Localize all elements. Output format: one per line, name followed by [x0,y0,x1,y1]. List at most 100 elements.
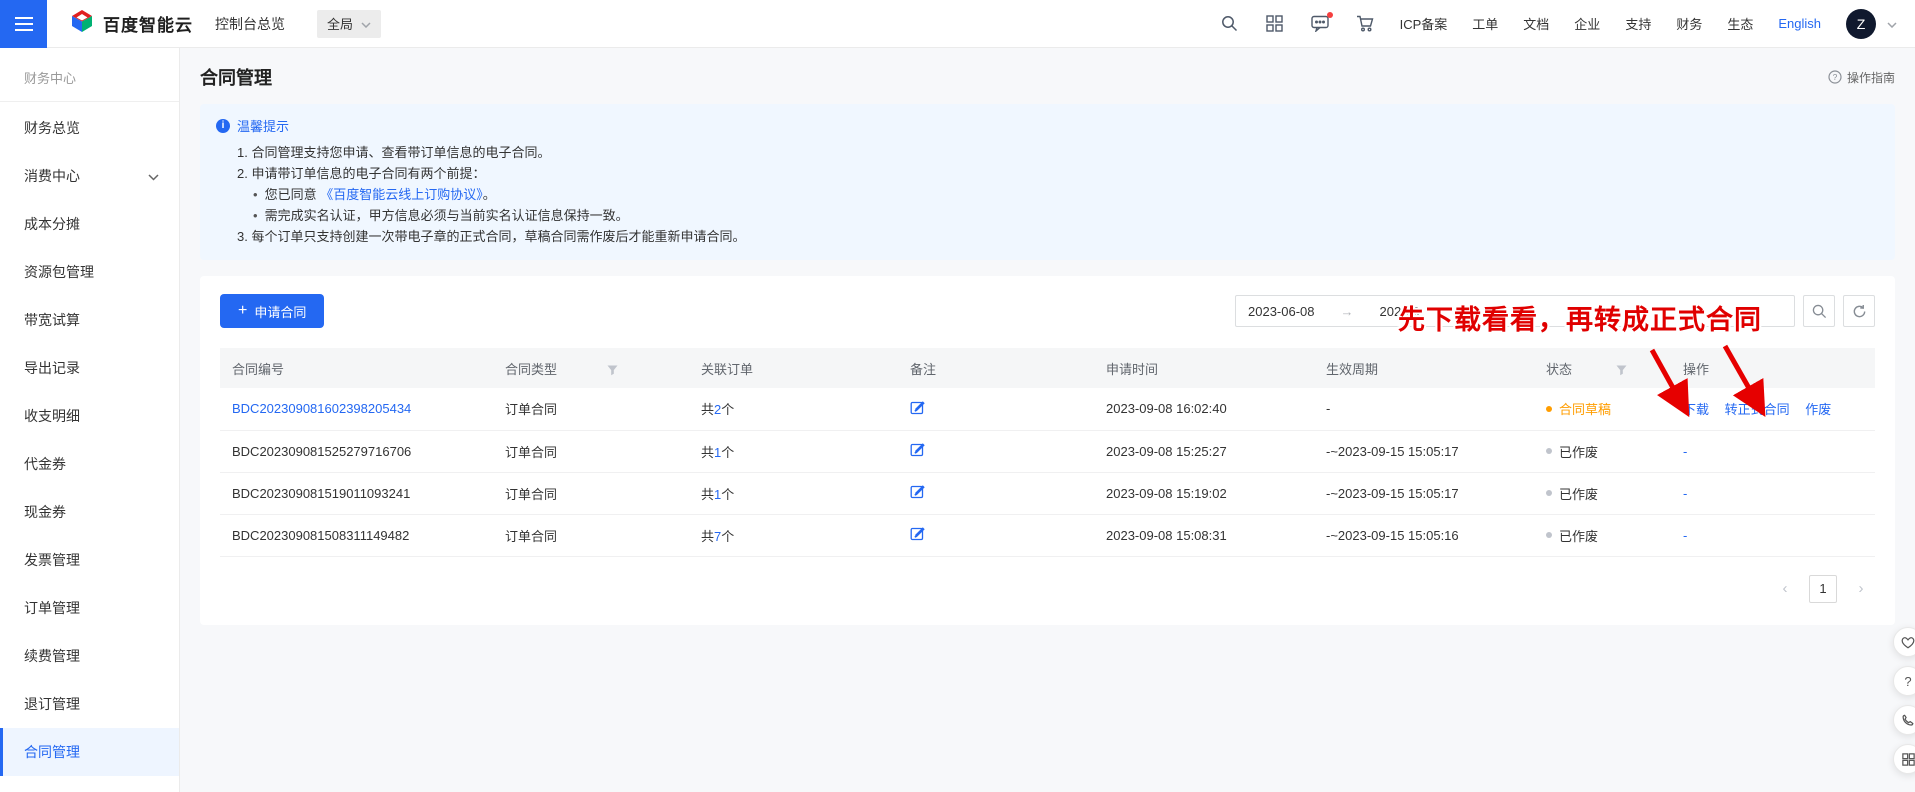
action-convert-formal[interactable]: 转正式合同 [1725,402,1790,417]
sidebar-item-income-expense[interactable]: 收支明细 [0,392,179,440]
notice-line: 1. 合同管理支持您申请、查看带订单信息的电子合同。 [216,142,1879,163]
bullet-text: 需完成实名认证，甲方信息必须与当前实名认证信息保持一致。 [265,208,629,223]
sidebar-item-consumption-center[interactable]: 消费中心 [0,152,179,200]
operation-guide-link[interactable]: ? 操作指南 [1828,69,1895,86]
question-circle-icon: ? [1828,70,1842,84]
contact-phone-button[interactable] [1893,705,1915,735]
col-related-orders: 关联订单 [689,348,898,388]
brand-logo[interactable]: 百度智能云 [69,8,193,39]
sidebar-item-contract-management[interactable]: 合同管理 [0,728,179,776]
bullet-glyph: • [253,187,258,202]
refresh-button[interactable] [1843,295,1875,327]
avatar[interactable]: Z [1846,9,1876,39]
language-toggle[interactable]: English [1778,16,1821,31]
status-dot [1546,532,1552,538]
nav-ecosystem[interactable]: 生态 [1727,14,1753,33]
sidebar-item-order-management[interactable]: 订单管理 [0,584,179,632]
scope-selector[interactable]: 全局 [317,10,381,38]
action-download[interactable]: 下载 [1683,402,1709,417]
notification-badge [1327,12,1333,18]
related-orders: 共1个 [689,472,898,514]
contract-table: 合同编号 合同类型 关联订单 备注 申请时间 生效周期 状态 操作 [220,348,1875,557]
contract-no: BDC202309081519011093241 [232,486,410,501]
apps-grid-icon[interactable] [1265,14,1285,34]
avatar-chevron-down-icon[interactable] [1887,15,1897,33]
status-dot [1546,448,1552,454]
date-end-value[interactable]: 2023-0 [1380,304,1420,319]
next-page-button[interactable]: › [1847,575,1875,603]
sidebar-item-export-records[interactable]: 导出记录 [0,344,179,392]
col-apply-time: 申请时间 [1094,348,1314,388]
prev-page-button[interactable]: ‹ [1771,575,1799,603]
favorite-heart-button[interactable] [1893,627,1915,657]
nav-finance[interactable]: 财务 [1676,14,1702,33]
cart-icon[interactable] [1355,14,1375,34]
col-remark: 备注 [898,348,1094,388]
status-badge: 合同草稿 [1546,399,1671,418]
sidebar-item-cash-coupons[interactable]: 现金券 [0,488,179,536]
sidebar-item-finance-overview[interactable]: 财务总览 [0,104,179,152]
nav-icp[interactable]: ICP备案 [1400,14,1448,33]
bullet-text: 您已同意 [265,187,317,202]
sidebar-item-vouchers[interactable]: 代金券 [0,440,179,488]
filter-icon[interactable] [1616,365,1627,376]
search-icon[interactable] [1220,14,1240,34]
mini-apps-button[interactable] [1893,744,1915,774]
edit-remark-icon[interactable] [910,484,925,502]
col-label: 状态 [1546,362,1572,377]
action-placeholder: - [1683,528,1687,543]
contract-card: + 申请合同 2023-06-08 → 2023-0 先下载看看，再转成正式合同 [200,276,1895,625]
search-button[interactable] [1803,295,1835,327]
date-range-picker[interactable]: 2023-06-08 → 2023-0 [1235,295,1795,327]
status-badge: 已作废 [1546,526,1671,545]
col-status: 状态 [1534,348,1671,388]
grid-icon [1902,753,1915,766]
filter-icon[interactable] [607,365,618,376]
help-button[interactable]: ? [1893,666,1915,696]
nav-support[interactable]: 支持 [1625,14,1651,33]
action-void[interactable]: 作废 [1805,402,1831,417]
contract-type: 订单合同 [493,430,689,472]
sidebar-section-title: 财务中心 [0,48,179,101]
contract-no-link[interactable]: BDC202309081602398205434 [232,401,411,416]
page-title: 合同管理 [200,64,272,90]
notice-line: 3. 每个订单只支持创建一次带电子章的正式合同，草稿合同需作废后才能重新申请合同… [216,226,1879,247]
date-start-value[interactable]: 2023-06-08 [1248,304,1315,319]
action-placeholder: - [1683,486,1687,501]
pagination: ‹ 1 › [220,575,1875,603]
console-overview-link[interactable]: 控制台总览 [215,14,285,34]
notice-bullet: •您已同意 《百度智能云线上订购协议》。 [216,184,1879,205]
search-icon [1812,304,1827,319]
phone-icon [1902,714,1915,727]
agreement-link[interactable]: 《百度智能云线上订购协议》 [320,187,483,202]
message-icon[interactable] [1310,14,1330,34]
topbar: 百度智能云 控制台总览 全局 ICP备案 工单 文档 企业 支持 财务 生态 E… [0,0,1915,48]
contract-type: 订单合同 [493,514,689,556]
refresh-icon [1852,304,1867,319]
apply-contract-button[interactable]: + 申请合同 [220,294,324,328]
status-badge: 已作废 [1546,442,1671,461]
nav-docs[interactable]: 文档 [1523,14,1549,33]
edit-remark-icon[interactable] [910,526,925,544]
edit-remark-icon[interactable] [910,400,925,418]
valid-period: -~2023-09-15 15:05:17 [1314,430,1534,472]
col-contract-no: 合同编号 [220,348,493,388]
hamburger-menu-icon[interactable] [0,0,47,48]
notice-box: i 温馨提示 1. 合同管理支持您申请、查看带订单信息的电子合同。 2. 申请带… [200,104,1895,260]
baidu-cloud-logo-icon [69,8,95,39]
edit-remark-icon[interactable] [910,442,925,460]
nav-tickets[interactable]: 工单 [1472,14,1498,33]
nav-enterprise[interactable]: 企业 [1574,14,1600,33]
sidebar-item-renewal-management[interactable]: 续费管理 [0,632,179,680]
sidebar-item-resource-packages[interactable]: 资源包管理 [0,248,179,296]
question-icon: ? [1904,674,1911,689]
sidebar-item-bandwidth-trial[interactable]: 带宽试算 [0,296,179,344]
sidebar: 财务中心 财务总览 消费中心 成本分摊 资源包管理 带宽试算 导出记录 收支明细… [0,48,180,792]
page-number[interactable]: 1 [1809,575,1837,603]
sidebar-item-invoice-management[interactable]: 发票管理 [0,536,179,584]
scope-value: 全局 [327,14,353,33]
sidebar-item-unsubscribe-management[interactable]: 退订管理 [0,680,179,728]
sidebar-item-cost-allocation[interactable]: 成本分摊 [0,200,179,248]
bullet-glyph: • [253,208,258,223]
sidebar-divider [0,101,179,102]
